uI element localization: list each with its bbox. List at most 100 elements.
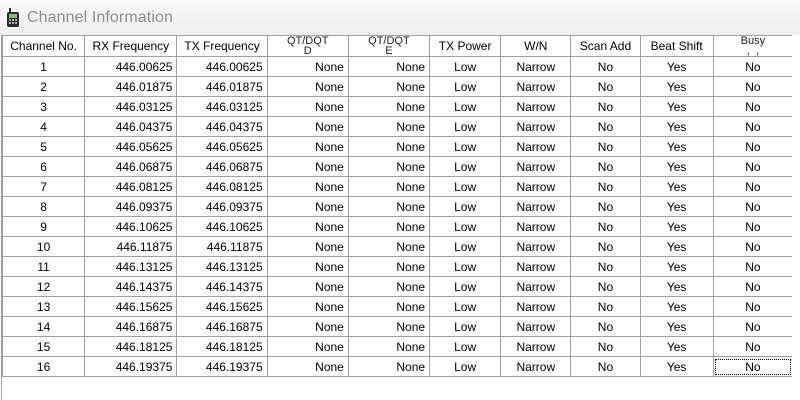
cell-qt-dqt-d[interactable]: None: [266, 96, 349, 117]
table-row[interactable]: 11 446.13125 446.13125 None None Low Narrow No Y…: [2, 256, 794, 277]
cell-qt-dqt-d[interactable]: None: [266, 336, 349, 357]
cell-tx-power[interactable]: Low: [429, 176, 502, 197]
cell-tx-power[interactable]: Low: [429, 96, 502, 117]
cell-beat-shift[interactable]: Yes: [639, 56, 714, 77]
cell-qt-dqt-d[interactable]: None: [266, 56, 349, 77]
cell-tx-power[interactable]: Low: [429, 156, 502, 177]
cell-channel-no[interactable]: 11: [2, 256, 86, 277]
cell-w-n[interactable]: Narrow: [500, 356, 572, 377]
cell-w-n[interactable]: Narrow: [500, 316, 572, 337]
cell-rx-frequency[interactable]: 446.16875: [84, 316, 178, 337]
column-header-channel-no[interactable]: Channel No.: [2, 35, 86, 57]
cell-w-n[interactable]: Narrow: [500, 256, 572, 277]
cell-w-n[interactable]: Narrow: [500, 116, 572, 137]
cell-tx-power[interactable]: Low: [429, 276, 502, 297]
cell-tx-frequency[interactable]: 446.08125: [176, 176, 268, 197]
cell-busy-lock[interactable]: No: [712, 176, 794, 197]
cell-w-n[interactable]: Narrow: [500, 96, 572, 117]
table-row[interactable]: 6 446.06875 446.06875 None None Low Narrow No Ye…: [2, 156, 794, 177]
cell-beat-shift[interactable]: Yes: [639, 176, 714, 197]
cell-rx-frequency[interactable]: 446.10625: [84, 216, 178, 237]
cell-rx-frequency[interactable]: 446.04375: [84, 116, 178, 137]
cell-scan-add[interactable]: No: [570, 136, 641, 157]
column-header-rx-frequency[interactable]: RX Frequency: [84, 35, 178, 57]
cell-rx-frequency[interactable]: 446.01875: [84, 76, 178, 97]
cell-qt-dqt-d[interactable]: None: [266, 176, 349, 197]
cell-qt-dqt-e[interactable]: None: [347, 96, 431, 117]
cell-channel-no[interactable]: 6: [2, 156, 86, 177]
cell-rx-frequency[interactable]: 446.06875: [84, 156, 178, 177]
cell-rx-frequency[interactable]: 446.05625: [84, 136, 178, 157]
cell-w-n[interactable]: Narrow: [500, 156, 572, 177]
cell-tx-power[interactable]: Low: [429, 216, 502, 237]
cell-busy-lock[interactable]: No: [712, 156, 794, 177]
table-row[interactable]: 12 446.14375 446.14375 None None Low Narrow No Y…: [2, 276, 794, 297]
cell-channel-no[interactable]: 7: [2, 176, 86, 197]
cell-busy-lock[interactable]: No: [712, 336, 794, 357]
column-header-qt-dqt-d[interactable]: QT/DQT D: [266, 35, 349, 57]
column-header-scan-add[interactable]: Scan Add: [570, 35, 641, 57]
table-row[interactable]: 5 446.05625 446.05625 None None Low Narrow No Ye…: [2, 136, 794, 157]
cell-beat-shift[interactable]: Yes: [639, 296, 714, 317]
cell-rx-frequency[interactable]: 446.08125: [84, 176, 178, 197]
cell-beat-shift[interactable]: Yes: [639, 356, 714, 377]
cell-tx-frequency[interactable]: 446.03125: [176, 96, 268, 117]
cell-rx-frequency[interactable]: 446.11875: [84, 236, 178, 257]
table-row[interactable]: 13 446.15625 446.15625 None None Low Narrow No Y…: [2, 296, 794, 317]
cell-tx-frequency[interactable]: 446.04375: [176, 116, 268, 137]
cell-tx-power[interactable]: Low: [429, 236, 502, 257]
cell-qt-dqt-e[interactable]: None: [347, 356, 431, 377]
cell-channel-no[interactable]: 2: [2, 76, 86, 97]
cell-scan-add[interactable]: No: [570, 316, 641, 337]
channel-grid[interactable]: Channel No. RX Frequency TX Frequency QT/DQ…: [1, 35, 800, 400]
column-header-w-n[interactable]: W/N: [500, 35, 572, 57]
cell-busy-lock[interactable]: No: [712, 216, 794, 237]
cell-busy-lock[interactable]: No: [712, 96, 794, 117]
cell-scan-add[interactable]: No: [570, 196, 641, 217]
cell-rx-frequency[interactable]: 446.09375: [84, 196, 178, 217]
cell-tx-power[interactable]: Low: [429, 356, 502, 377]
table-row[interactable]: 15 446.18125 446.18125 None None Low Narrow No Y…: [2, 336, 794, 357]
cell-qt-dqt-d[interactable]: None: [266, 196, 349, 217]
cell-tx-frequency[interactable]: 446.18125: [176, 336, 268, 357]
cell-w-n[interactable]: Narrow: [500, 296, 572, 317]
cell-scan-add[interactable]: No: [570, 96, 641, 117]
column-header-busy-lock[interactable]: Busy , ,: [712, 35, 794, 57]
cell-channel-no[interactable]: 16: [2, 356, 86, 377]
cell-busy-lock[interactable]: No: [712, 276, 794, 297]
cell-tx-frequency[interactable]: 446.09375: [176, 196, 268, 217]
table-row[interactable]: 3 446.03125 446.03125 None None Low Narrow No Ye…: [2, 96, 794, 117]
cell-busy-lock[interactable]: No: [712, 76, 794, 97]
cell-qt-dqt-d[interactable]: None: [266, 276, 349, 297]
cell-beat-shift[interactable]: Yes: [639, 236, 714, 257]
cell-rx-frequency[interactable]: 446.15625: [84, 296, 178, 317]
table-row[interactable]: 14 446.16875 446.16875 None None Low Narrow No Y…: [2, 316, 794, 337]
cell-scan-add[interactable]: No: [570, 176, 641, 197]
cell-qt-dqt-e[interactable]: None: [347, 216, 431, 237]
cell-w-n[interactable]: Narrow: [500, 276, 572, 297]
cell-tx-frequency[interactable]: 446.15625: [176, 296, 268, 317]
column-header-qt-dqt-e[interactable]: QT/DQT E: [347, 35, 431, 57]
cell-beat-shift[interactable]: Yes: [639, 96, 714, 117]
cell-beat-shift[interactable]: Yes: [639, 196, 714, 217]
cell-qt-dqt-e[interactable]: None: [347, 256, 431, 277]
cell-qt-dqt-e[interactable]: None: [347, 296, 431, 317]
cell-w-n[interactable]: Narrow: [500, 236, 572, 257]
table-row[interactable]: 9 446.10625 446.10625 None None Low Narrow No Ye…: [2, 216, 794, 237]
cell-beat-shift[interactable]: Yes: [639, 276, 714, 297]
cell-channel-no[interactable]: 3: [2, 96, 86, 117]
cell-qt-dqt-e[interactable]: None: [347, 116, 431, 137]
table-row[interactable]: 8 446.09375 446.09375 None None Low Narrow No Ye…: [2, 196, 794, 217]
cell-tx-power[interactable]: Low: [429, 196, 502, 217]
cell-w-n[interactable]: Narrow: [500, 56, 572, 77]
cell-qt-dqt-e[interactable]: None: [347, 76, 431, 97]
cell-channel-no[interactable]: 5: [2, 136, 86, 157]
cell-beat-shift[interactable]: Yes: [639, 336, 714, 357]
cell-tx-frequency[interactable]: 446.13125: [176, 256, 268, 277]
cell-qt-dqt-e[interactable]: None: [347, 196, 431, 217]
cell-beat-shift[interactable]: Yes: [639, 136, 714, 157]
cell-qt-dqt-e[interactable]: None: [347, 136, 431, 157]
cell-scan-add[interactable]: No: [570, 336, 641, 357]
cell-tx-power[interactable]: Low: [429, 256, 502, 277]
cell-tx-power[interactable]: Low: [429, 136, 502, 157]
